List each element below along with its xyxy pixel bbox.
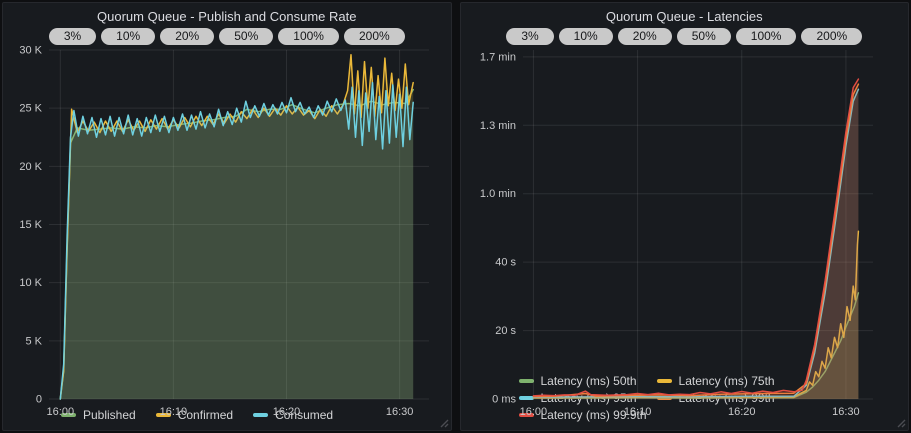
panel-title[interactable]: Quorum Queue - Latencies: [606, 8, 763, 26]
y-axis-tick-label: 20 K: [19, 161, 42, 173]
annotation-pill-200pct[interactable]: 200%: [801, 28, 862, 45]
y-axis-tick-label: 25 K: [19, 103, 42, 115]
x-axis-tick-label: 16:00: [47, 406, 75, 418]
panel-header: Quorum Queue - Latencies: [467, 8, 903, 27]
series-fill-latency-ms-99.9th: [533, 79, 858, 399]
panel-latencies: Quorum Queue - Latencies 3% 10% 20% 50% …: [460, 2, 910, 431]
series-fill-latency-ms-99th: [533, 84, 858, 399]
annotation-pill-3pct[interactable]: 3%: [506, 28, 553, 45]
panel-resize-handle[interactable]: [439, 418, 449, 428]
series-fill-latency-ms-95th: [533, 89, 858, 399]
panel-header: Quorum Queue - Publish and Consume Rate: [9, 8, 445, 27]
annotation-pill-100pct[interactable]: 100%: [278, 28, 339, 45]
annotation-pill-100pct[interactable]: 100%: [736, 28, 797, 45]
annotation-pill-10pct[interactable]: 10%: [559, 28, 613, 45]
panel-resize-handle[interactable]: [896, 418, 906, 428]
x-axis-tick-label: 16:10: [160, 406, 188, 418]
x-axis-tick-label: 16:30: [832, 406, 860, 418]
y-axis-tick-label: 1.7 min: [479, 51, 515, 63]
y-axis-tick-label: 0: [36, 394, 42, 406]
y-axis-tick-label: 10 K: [19, 277, 42, 289]
y-axis-tick-label: 30 K: [19, 45, 42, 57]
annotation-pill-50pct[interactable]: 50%: [677, 28, 731, 45]
annotation-pills-row: 3% 10% 20% 50% 100% 200%: [9, 28, 445, 45]
x-axis-tick-label: 16:20: [727, 406, 755, 418]
chart-publish-consume-rate[interactable]: 05 K10 K15 K20 K25 K30 K16:0016:1016:201…: [9, 42, 445, 407]
y-axis-tick-label: 1.0 min: [479, 188, 515, 200]
y-axis-tick-label: 0 ms: [492, 394, 516, 406]
x-axis-tick-label: 16:10: [623, 406, 651, 418]
y-axis-tick-label: 1.3 min: [479, 120, 515, 132]
annotation-pill-50pct[interactable]: 50%: [219, 28, 273, 45]
panel-title[interactable]: Quorum Queue - Publish and Consume Rate: [97, 8, 356, 26]
annotation-pill-3pct[interactable]: 3%: [49, 28, 96, 45]
annotation-pill-20pct[interactable]: 20%: [160, 28, 214, 45]
annotation-pill-20pct[interactable]: 20%: [618, 28, 672, 45]
annotation-pill-10pct[interactable]: 10%: [101, 28, 155, 45]
series-line-latency-ms-99.9th: [533, 79, 858, 396]
chart-canvas[interactable]: 0 5 K 10 K 15 K 20 K 25 K 30 K 16:00 16:10 16:20 1…: [9, 42, 445, 421]
series-line-latency-ms-99th: [533, 84, 858, 396]
panel-publish-consume-rate: Quorum Queue - Publish and Consume Rate …: [2, 2, 452, 431]
y-axis-tick-label: 5 K: [25, 335, 42, 347]
series-line-latency-ms-95th: [533, 89, 858, 397]
x-axis-tick-label: 16:30: [386, 406, 414, 418]
y-axis-tick-label: 20 s: [495, 325, 516, 337]
annotation-pill-200pct[interactable]: 200%: [344, 28, 405, 45]
y-axis-tick-label: 40 s: [495, 257, 516, 269]
y-axis-tick-label: 15 K: [19, 219, 42, 231]
annotation-pills-row: 3% 10% 20% 50% 100% 200%: [467, 28, 903, 45]
x-axis-tick-label: 16:00: [519, 406, 547, 418]
x-axis-tick-label: 16:20: [273, 406, 301, 418]
chart-latencies[interactable]: 0 ms20 s40 s1.0 min1.3 min1.7 min16:0016…: [467, 42, 903, 373]
chart-canvas[interactable]: 0 ms 20 s 40 s 1.0 min 1.3 min 1.7 min 16:00 16…: [467, 42, 903, 421]
